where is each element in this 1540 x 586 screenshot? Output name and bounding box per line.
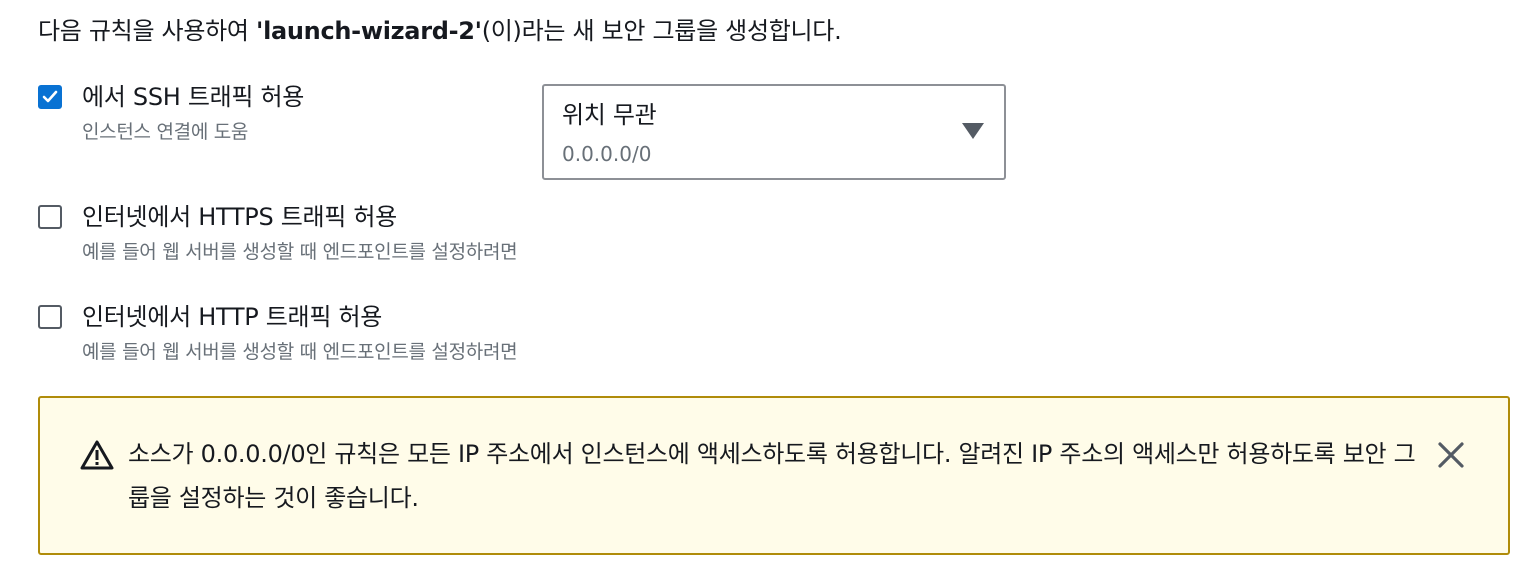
- check-icon: [42, 90, 58, 103]
- http-rule-label: 인터넷에서 HTTP 트래픽 허용: [82, 303, 383, 331]
- rule-http: 인터넷에서 HTTP 트래픽 허용 예를 들어 웹 서버를 생성할 때 엔드포인…: [38, 300, 518, 366]
- rule-ssh: 에서 SSH 트래픽 허용 인스턴스 연결에 도움: [38, 80, 304, 146]
- intro-prefix: 다음 규칙을 사용하여: [38, 17, 257, 45]
- ssh-rule-description: 인스턴스 연결에 도움: [82, 121, 249, 143]
- ssh-source-label: 위치 무관: [562, 101, 657, 129]
- https-rule-label: 인터넷에서 HTTPS 트래픽 허용: [82, 203, 397, 231]
- http-rule-description: 예를 들어 웹 서버를 생성할 때 엔드포인트를 설정하려면: [82, 341, 518, 363]
- ssh-checkbox[interactable]: [38, 85, 62, 109]
- https-checkbox[interactable]: [38, 205, 62, 229]
- intro-suffix: (이)라는 새 보안 그룹을 생성합니다.: [481, 17, 842, 45]
- https-rule-description: 예를 들어 웹 서버를 생성할 때 엔드포인트를 설정하려면: [82, 241, 518, 263]
- ssh-rule-label: 에서 SSH 트래픽 허용: [82, 83, 305, 111]
- warning-alert: 소스가 0.0.0.0/0인 규칙은 모든 IP 주소에서 인스턴스에 액세스하…: [38, 396, 1510, 555]
- warning-icon: [80, 440, 114, 470]
- close-icon[interactable]: [1436, 440, 1466, 470]
- security-group-rules-panel: 다음 규칙을 사용하여 'launch-wizard-2'(이)라는 새 보안 …: [0, 0, 1540, 586]
- ssh-source-value: 0.0.0.0/0: [562, 142, 652, 166]
- ssh-source-select[interactable]: 위치 무관 0.0.0.0/0: [542, 84, 1006, 180]
- caret-down-icon: [962, 123, 984, 139]
- warning-message: 소스가 0.0.0.0/0인 규칙은 모든 IP 주소에서 인스턴스에 액세스하…: [128, 440, 1416, 512]
- security-group-name: 'launch-wizard-2': [256, 17, 482, 45]
- intro-text: 다음 규칙을 사용하여 'launch-wizard-2'(이)라는 새 보안 …: [38, 14, 842, 48]
- rule-https: 인터넷에서 HTTPS 트래픽 허용 예를 들어 웹 서버를 생성할 때 엔드포…: [38, 200, 518, 266]
- http-checkbox[interactable]: [38, 305, 62, 329]
